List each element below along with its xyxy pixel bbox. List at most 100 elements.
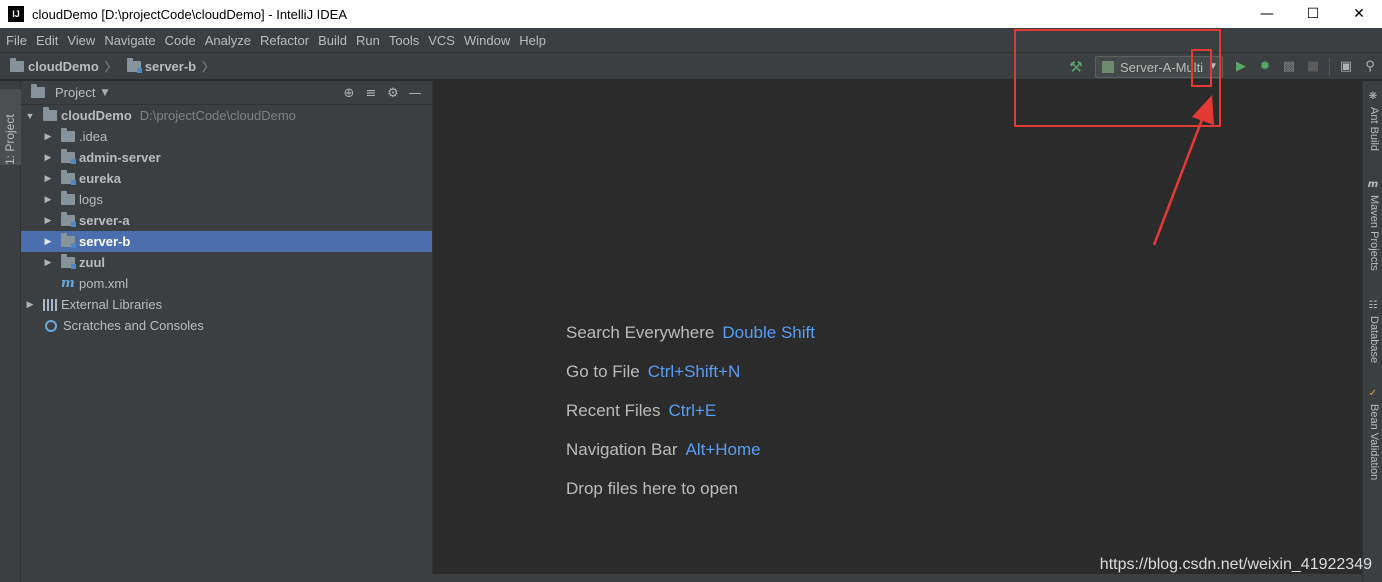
- bottom-tool-stripe: [21, 574, 1362, 582]
- bean-validation-icon: ✓: [1368, 388, 1378, 399]
- collapsed-arrow-icon[interactable]: ▶: [43, 131, 53, 142]
- tree-item-admin-server[interactable]: ▶ admin-server: [21, 147, 432, 168]
- annotation-arrow-head: [1192, 95, 1214, 125]
- hint-text: Drop files here to open: [566, 479, 738, 498]
- tree-item-zuul[interactable]: ▶ zuul: [21, 252, 432, 273]
- annotation-arrow: [1152, 95, 1214, 246]
- breadcrumb-server-b[interactable]: server-b 〉: [126, 57, 215, 75]
- tree-item-label: eureka: [79, 171, 121, 186]
- hint-text: Search Everywhere: [566, 323, 715, 342]
- left-tool-stripe: 1: Project: [0, 81, 21, 582]
- tree-item-label: Scratches and Consoles: [63, 318, 204, 333]
- menu-tools[interactable]: Tools: [389, 33, 419, 48]
- tool-tab-maven-projects[interactable]: Maven Projects: [1368, 195, 1380, 271]
- hint-go-to-file: Go to File Ctrl+Shift+N: [566, 362, 740, 382]
- chevron-down-icon[interactable]: ▼: [101, 88, 108, 98]
- hint-drop-files: Drop files here to open: [566, 479, 738, 499]
- collapsed-arrow-icon[interactable]: ▶: [25, 299, 35, 310]
- project-view-selector[interactable]: Project: [55, 85, 95, 100]
- module-folder-icon: [61, 170, 76, 185]
- collapsed-arrow-icon[interactable]: ▶: [43, 173, 53, 184]
- menu-window[interactable]: Window: [464, 33, 510, 48]
- toolbar-divider: [1329, 58, 1330, 76]
- module-folder-icon: [61, 212, 76, 227]
- menu-vcs[interactable]: VCS: [428, 33, 455, 48]
- expanded-arrow-icon[interactable]: ▼: [25, 111, 35, 121]
- menu-refactor[interactable]: Refactor: [260, 33, 309, 48]
- scroll-from-source-icon[interactable]: ⊕: [338, 86, 360, 101]
- menu-edit[interactable]: Edit: [36, 33, 58, 48]
- tree-item-pom[interactable]: m pom.xml: [21, 273, 432, 294]
- project-folder-icon: [43, 107, 57, 121]
- tree-item-external-libraries[interactable]: ▶ External Libraries: [21, 294, 432, 315]
- collapsed-arrow-icon[interactable]: ▶: [43, 236, 53, 247]
- close-icon: ✕: [1353, 6, 1365, 22]
- tree-item-server-b[interactable]: ▶ server-b: [21, 231, 432, 252]
- collapsed-arrow-icon[interactable]: ▶: [43, 152, 53, 163]
- tool-tab-ant-build[interactable]: Ant Build: [1368, 107, 1380, 151]
- menu-navigate[interactable]: Navigate: [104, 33, 155, 48]
- tree-item-label: External Libraries: [61, 297, 163, 312]
- database-icon: ☷: [1368, 300, 1378, 311]
- debug-icon[interactable]: ✹: [1253, 56, 1277, 78]
- tree-item-label: pom.xml: [79, 276, 129, 291]
- close-button[interactable]: ✕: [1336, 0, 1382, 28]
- maximize-icon: ☐: [1306, 6, 1320, 22]
- menu-run[interactable]: Run: [356, 33, 380, 48]
- module-folder-icon: [61, 233, 76, 248]
- breadcrumb-separator-icon: 〉: [202, 59, 215, 74]
- hide-panel-icon[interactable]: —: [404, 86, 426, 101]
- project-tool-window: Project ▼ ⊕ ≡ ⚙ — ▼ cloudDemo D:\project…: [21, 81, 433, 574]
- collapsed-arrow-icon[interactable]: ▶: [43, 215, 53, 226]
- tool-tab-bean-validation[interactable]: Bean Validation: [1368, 404, 1380, 480]
- menu-view[interactable]: View: [67, 33, 95, 48]
- tree-item-logs[interactable]: ▶ logs: [21, 189, 432, 210]
- ant-icon: ❋: [1368, 91, 1378, 102]
- maximize-button[interactable]: ☐: [1290, 0, 1336, 28]
- scratches-icon: [45, 319, 57, 332]
- project-panel-header: Project ▼ ⊕ ≡ ⚙ —: [21, 81, 432, 105]
- gear-icon[interactable]: ⚙: [382, 86, 404, 101]
- module-folder-icon: [126, 57, 142, 73]
- collapsed-arrow-icon[interactable]: ▶: [43, 194, 53, 205]
- stop-icon[interactable]: ■: [1301, 56, 1325, 78]
- menu-analyze[interactable]: Analyze: [205, 33, 251, 48]
- minimize-icon: —: [1260, 6, 1274, 22]
- tree-item-eureka[interactable]: ▶ eureka: [21, 168, 432, 189]
- collapse-all-icon[interactable]: ≡: [360, 86, 382, 101]
- breadcrumb-cloudDemo[interactable]: cloudDemo 〉: [10, 57, 117, 75]
- folder-icon: [61, 128, 75, 142]
- menu-build[interactable]: Build: [318, 33, 347, 48]
- run-icon[interactable]: ▶: [1229, 56, 1253, 78]
- hint-navigation-bar: Navigation Bar Alt+Home: [566, 440, 761, 460]
- minimize-button[interactable]: —: [1244, 0, 1290, 28]
- hint-text: Recent Files: [566, 401, 661, 420]
- tree-item-label: admin-server: [79, 150, 161, 165]
- search-icon[interactable]: ⚲: [1358, 56, 1382, 78]
- annotation-dropdown-highlight: [1191, 49, 1212, 87]
- tree-item-cloudDemo[interactable]: ▼ cloudDemo D:\projectCode\cloudDemo: [21, 105, 432, 126]
- project-tool-tab[interactable]: 1: Project: [0, 89, 21, 165]
- menu-file[interactable]: File: [6, 33, 27, 48]
- tree-item-idea[interactable]: ▶ .idea: [21, 126, 432, 147]
- tool-tab-database[interactable]: Database: [1368, 316, 1380, 363]
- maven-file-icon: m: [61, 276, 75, 291]
- menu-help[interactable]: Help: [519, 33, 546, 48]
- hint-recent-files: Recent Files Ctrl+E: [566, 401, 716, 421]
- collapsed-arrow-icon[interactable]: ▶: [43, 257, 53, 268]
- tree-item-scratches[interactable]: Scratches and Consoles: [21, 315, 432, 336]
- coverage-icon[interactable]: ▩: [1277, 56, 1301, 78]
- hint-shortcut: Ctrl+Shift+N: [647, 362, 741, 381]
- module-folder-icon: [61, 254, 76, 269]
- project-view-icon: [31, 84, 45, 98]
- tree-item-label: server-a: [79, 213, 130, 228]
- maven-icon: m: [1367, 179, 1379, 190]
- hint-text: Navigation Bar: [566, 440, 678, 459]
- tree-item-server-a[interactable]: ▶ server-a: [21, 210, 432, 231]
- menu-code[interactable]: Code: [165, 33, 196, 48]
- hint-shortcut: Alt+Home: [685, 440, 761, 459]
- title-bar: IJ cloudDemo [D:\projectCode\cloudDemo] …: [0, 0, 1382, 28]
- project-structure-icon[interactable]: ▣: [1334, 56, 1358, 78]
- annotation-arrow-shaft: [1152, 108, 1208, 246]
- tree-item-label: server-b: [79, 234, 131, 249]
